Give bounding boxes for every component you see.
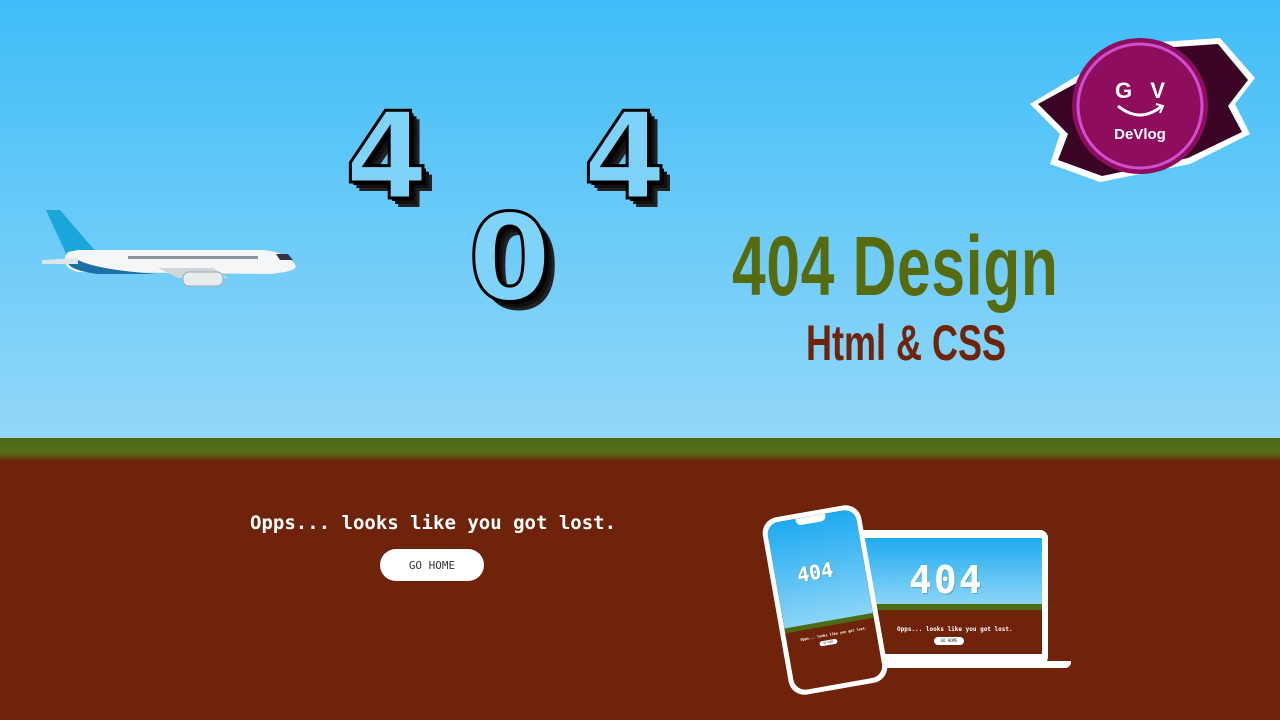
hero-digit-2: 0 <box>467 190 553 329</box>
laptop-grass <box>859 604 1042 610</box>
headline-title: 404 Design <box>732 219 1059 313</box>
logo-letters: G V <box>1114 78 1166 103</box>
hero-digit-1: 4 <box>344 88 430 227</box>
phone-home-button: GO HOME <box>819 638 838 647</box>
go-home-button[interactable]: GO HOME <box>380 549 484 581</box>
headline-subtitle: Html & CSS <box>806 315 1007 371</box>
laptop-404: 404 <box>909 558 984 602</box>
laptop-message: Opps... looks like you got lost. <box>897 626 1013 633</box>
channel-logo: G V DeVlog <box>1020 34 1260 184</box>
hero-digit-3: 4 <box>582 88 668 227</box>
grass-strip <box>0 438 1280 462</box>
laptop-screen: 404 Opps... looks like you got lost. GO … <box>859 538 1042 654</box>
airplane-icon <box>42 210 297 287</box>
ground-background <box>0 460 1280 720</box>
lost-message: Opps... looks like you got lost. <box>250 512 617 534</box>
logo-name: DeVlog <box>1114 126 1166 143</box>
laptop-home-button: GO HOME <box>934 637 964 645</box>
logo-brush-icon <box>1030 38 1255 182</box>
